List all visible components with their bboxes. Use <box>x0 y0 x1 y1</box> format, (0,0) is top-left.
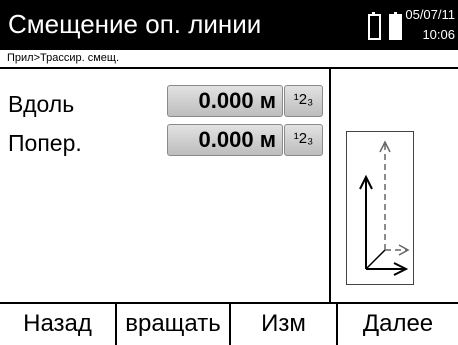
along-label: Вдоль <box>8 91 75 117</box>
along-keypad-button[interactable]: ¹2₃ <box>284 85 323 117</box>
page-title: Смещение оп. линии <box>8 9 262 39</box>
rotate-button[interactable]: вращать <box>117 304 231 345</box>
across-label: Попер. <box>8 130 82 156</box>
softkey-bar: Назад вращать Изм Далее <box>0 302 458 345</box>
across-value: 0.000 <box>198 127 254 152</box>
title-bar: Смещение оп. линии 05/07/11 10:06 <box>0 0 458 50</box>
breadcrumb: Прил>Трассир. смещ. <box>0 50 458 69</box>
next-button[interactable]: Далее <box>338 304 458 345</box>
back-button[interactable]: Назад <box>0 304 117 345</box>
across-unit: м <box>259 127 276 152</box>
date-text: 05/07/11 <box>405 7 455 22</box>
along-value: 0.000 <box>198 88 254 113</box>
edit-button[interactable]: Изм <box>231 304 338 345</box>
across-keypad-button[interactable]: ¹2₃ <box>284 124 323 156</box>
time-text: 10:06 <box>422 27 455 42</box>
offset-axes-diagram-icon <box>359 140 410 276</box>
fields-panel: Вдоль 0.000 м ¹2₃ Попер. 0.000 м ¹2₃ <box>0 69 329 302</box>
across-value-field[interactable]: 0.000 м <box>167 124 283 156</box>
datetime: 05/07/11 10:06 <box>405 5 455 45</box>
diagram-frame <box>346 131 414 285</box>
along-value-field[interactable]: 0.000 м <box>167 85 283 117</box>
diagram-panel <box>329 69 458 302</box>
along-unit: м <box>259 88 276 113</box>
